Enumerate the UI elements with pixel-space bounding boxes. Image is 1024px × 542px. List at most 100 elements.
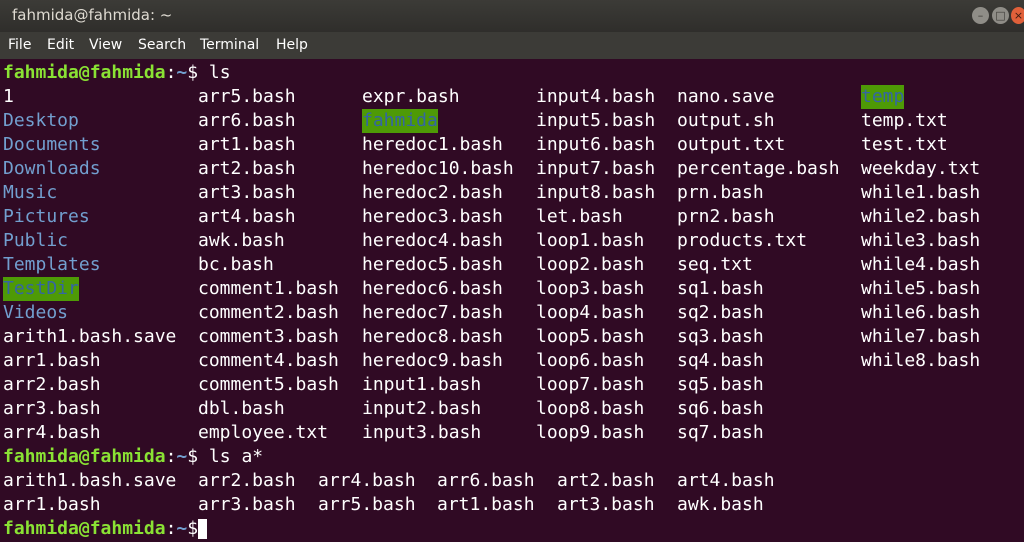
- prompt-symbol: $: [187, 446, 199, 467]
- prompt-user: fahmida@fahmida: [3, 446, 166, 467]
- file-entry: Documents: [3, 134, 101, 155]
- file-entry: arr4.bash: [3, 422, 101, 443]
- file-entry: sq7.bash: [677, 422, 764, 443]
- file-entry: art2.bash: [198, 158, 296, 179]
- file-entry: output.sh: [677, 110, 775, 131]
- file-entry: awk.bash: [198, 230, 285, 251]
- file-entry: Pictures: [3, 206, 90, 227]
- file-entry: Music: [3, 182, 58, 203]
- file-entry: sq4.bash: [677, 350, 764, 371]
- command-text: ls a*: [198, 446, 264, 467]
- file-entry: prn2.bash: [677, 206, 775, 227]
- file-entry: arr3.bash: [198, 494, 296, 515]
- file-entry: input8.bash: [536, 182, 656, 203]
- menu-terminal[interactable]: Terminal: [200, 37, 259, 53]
- file-entry: comment2.bash: [198, 302, 339, 323]
- file-entry: art1.bash: [437, 494, 535, 515]
- file-entry: art1.bash: [198, 134, 296, 155]
- text-cursor: [198, 519, 208, 539]
- file-entry: art3.bash: [198, 182, 296, 203]
- file-entry: input6.bash: [536, 134, 656, 155]
- prompt-separator: :: [165, 518, 177, 539]
- file-entry: arr4.bash: [318, 470, 416, 491]
- menu-search[interactable]: Search: [138, 37, 186, 53]
- prompt-line: fahmida@fahmida:~$ ls a*: [3, 445, 263, 469]
- file-entry: art3.bash: [557, 494, 655, 515]
- file-entry: while2.bash: [861, 206, 981, 227]
- file-entry: input7.bash: [536, 158, 656, 179]
- file-entry: arr2.bash: [198, 470, 296, 491]
- minimize-button[interactable]: –: [972, 7, 989, 24]
- file-entry: let.bash: [536, 206, 623, 227]
- prompt-line: fahmida@fahmida:~$ ls: [3, 61, 231, 85]
- command-text: ls: [198, 62, 231, 83]
- file-entry: art4.bash: [198, 206, 296, 227]
- file-entry: awk.bash: [677, 494, 764, 515]
- close-button[interactable]: ×: [1011, 7, 1024, 24]
- file-entry: art4.bash: [677, 470, 775, 491]
- file-entry: nano.save: [677, 86, 775, 107]
- file-entry: sq5.bash: [677, 374, 764, 395]
- file-entry: heredoc8.bash: [362, 326, 503, 347]
- file-entry: while5.bash: [861, 278, 981, 299]
- file-entry: test.txt: [861, 134, 948, 155]
- terminal-output[interactable]: fahmida@fahmida:~$ ls 1 arr5.bash expr.bash…: [0, 59, 1024, 542]
- file-entry: heredoc10.bash: [362, 158, 514, 179]
- file-entry: arith1.bash.save: [3, 470, 177, 491]
- terminal-window: fahmida@fahmida: ~ – □ × File Edit View …: [0, 0, 1024, 542]
- file-entry: while6.bash: [861, 302, 981, 323]
- file-entry: sq6.bash: [677, 398, 764, 419]
- file-entry: loop9.bash: [536, 422, 645, 443]
- prompt-user: fahmida@fahmida: [3, 518, 166, 539]
- file-entry: seq.txt: [677, 254, 753, 275]
- file-entry: Templates: [3, 254, 101, 275]
- file-entry: comment4.bash: [198, 350, 339, 371]
- file-entry: temp: [861, 85, 905, 109]
- file-entry: weekday.txt: [861, 158, 981, 179]
- file-entry: sq2.bash: [677, 302, 764, 323]
- file-entry: loop2.bash: [536, 254, 645, 275]
- file-entry: Public: [3, 230, 69, 251]
- file-entry: Desktop: [3, 110, 79, 131]
- prompt-symbol: $: [187, 518, 199, 539]
- file-entry: employee.txt: [198, 422, 329, 443]
- menu-edit[interactable]: Edit: [47, 37, 74, 53]
- file-entry: comment1.bash: [198, 278, 339, 299]
- file-entry: loop1.bash: [536, 230, 645, 251]
- file-entry: sq3.bash: [677, 326, 764, 347]
- file-entry: comment3.bash: [198, 326, 339, 347]
- file-entry: comment5.bash: [198, 374, 339, 395]
- file-entry: input2.bash: [362, 398, 482, 419]
- file-entry: arr2.bash: [3, 374, 101, 395]
- prompt-user: fahmida@fahmida: [3, 62, 166, 83]
- menu-help[interactable]: Help: [276, 37, 308, 53]
- file-entry: percentage.bash: [677, 158, 840, 179]
- file-entry: arr1.bash: [3, 494, 101, 515]
- file-entry: input3.bash: [362, 422, 482, 443]
- menu-view[interactable]: View: [89, 37, 122, 53]
- prompt-path: ~: [176, 62, 188, 83]
- menu-file[interactable]: File: [8, 37, 31, 53]
- file-entry: input1.bash: [362, 374, 482, 395]
- file-entry: heredoc6.bash: [362, 278, 503, 299]
- file-entry: expr.bash: [362, 86, 460, 107]
- file-entry: TestDir: [3, 277, 79, 301]
- file-entry: input4.bash: [536, 86, 656, 107]
- file-entry: art2.bash: [557, 470, 655, 491]
- file-entry: fahmida: [362, 109, 438, 133]
- file-entry: 1: [3, 86, 14, 107]
- menu-bar: File Edit View Search Terminal Help: [0, 32, 1024, 59]
- maximize-button[interactable]: □: [992, 7, 1009, 24]
- file-entry: products.txt: [677, 230, 808, 251]
- title-bar[interactable]: fahmida@fahmida: ~ – □ ×: [0, 0, 1024, 32]
- prompt-symbol: $: [187, 62, 199, 83]
- file-entry: heredoc5.bash: [362, 254, 503, 275]
- file-entry: loop3.bash: [536, 278, 645, 299]
- file-entry: heredoc3.bash: [362, 206, 503, 227]
- file-entry: heredoc2.bash: [362, 182, 503, 203]
- file-entry: arr3.bash: [3, 398, 101, 419]
- file-entry: arith1.bash.save: [3, 326, 177, 347]
- file-entry: Downloads: [3, 158, 101, 179]
- window-title: fahmida@fahmida: ~: [12, 6, 173, 24]
- file-entry: while1.bash: [861, 182, 981, 203]
